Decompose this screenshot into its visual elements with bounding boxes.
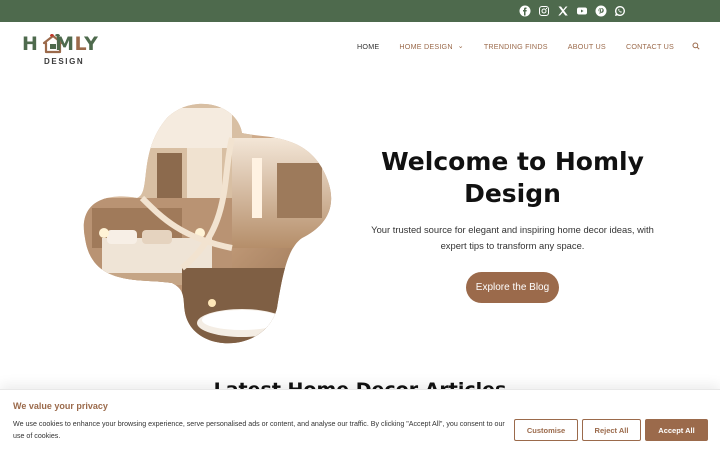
chevron-down-icon: ⌄ [457, 43, 464, 50]
facebook-icon[interactable] [518, 4, 531, 17]
search-icon[interactable] [684, 42, 702, 50]
cookie-banner: We value your privacy We use cookies to … [0, 389, 720, 450]
hero-content: Welcome to Homly Design Your trusted sou… [370, 146, 655, 303]
hero-title: Welcome to Homly Design [381, 147, 644, 208]
instagram-icon[interactable] [537, 4, 550, 17]
top-bar [0, 0, 720, 22]
logo-subtitle: DESIGN [44, 57, 85, 66]
reject-all-button[interactable]: Reject All [582, 419, 641, 441]
site-header: HOMLY DESIGN HOME HOME DESIGN ⌄ TRENDING… [0, 22, 720, 70]
youtube-icon[interactable] [575, 4, 588, 17]
logo-wordmark: HOMLY [22, 33, 99, 55]
nav-item-label: HOME DESIGN [399, 41, 453, 51]
x-icon[interactable] [556, 4, 569, 17]
site-logo[interactable]: HOMLY DESIGN [22, 27, 112, 67]
nav-item-about-us[interactable]: ABOUT US [558, 42, 616, 51]
hero-interior-collage [83, 103, 332, 344]
cookie-text: We use cookies to enhance your browsing … [13, 420, 505, 440]
nav-item-contact-us[interactable]: CONTACT US [616, 42, 684, 51]
hero-subtitle: Your trusted source for elegant and insp… [371, 224, 654, 251]
customise-button[interactable]: Customise [514, 419, 578, 441]
explore-blog-button[interactable]: Explore the Blog [465, 272, 560, 303]
main-nav: HOME HOME DESIGN ⌄ TRENDING FINDS ABOUT … [347, 22, 702, 70]
whatsapp-icon[interactable] [613, 4, 626, 17]
pinterest-icon[interactable] [594, 4, 607, 17]
nav-item-home[interactable]: HOME [347, 42, 389, 51]
nav-item-trending-finds[interactable]: TRENDING FINDS [474, 42, 558, 51]
cookie-title: We value your privacy [13, 401, 108, 411]
nav-item-home-design[interactable]: HOME DESIGN ⌄ [389, 42, 473, 51]
social-links [518, 4, 626, 17]
accept-all-button[interactable]: Accept All [645, 419, 708, 441]
